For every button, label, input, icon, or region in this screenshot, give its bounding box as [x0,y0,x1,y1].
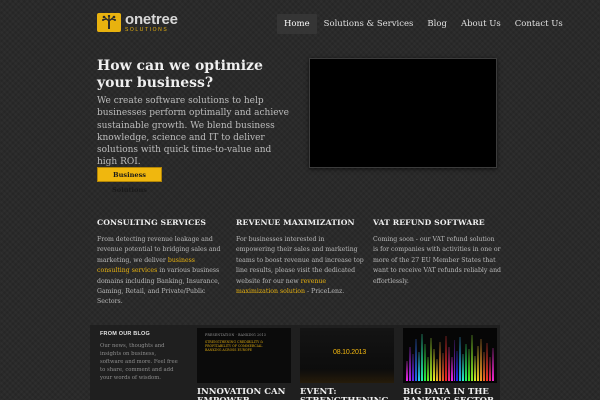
thumb-bar [420,334,423,381]
nav-contact-us[interactable]: Contact Us [508,14,570,34]
thumb-bar [447,346,450,381]
post-title[interactable]: INNOVATION CAN EMPOWER BANKING [197,388,297,400]
post-title[interactable]: EVENT: STRENGTHENING [300,388,400,400]
thumb-bar [456,350,459,381]
thumb-bar [406,361,408,381]
nav-solutions-services[interactable]: Solutions & Services [317,14,421,34]
post-thumbnail[interactable]: 08.10.2013 [300,328,394,383]
service-title: REVENUE MAXIMIZATION [236,218,355,227]
service-text: For businesses interested in empowering … [236,235,364,297]
nav-home[interactable]: Home [277,14,317,34]
thumb-bar [444,335,447,381]
thumb-bar [465,343,468,381]
service-text: From detecting revenue leakage and reven… [97,235,225,308]
blog-heading: FROM OUR BLOG [100,331,150,337]
tree-logo-icon [97,12,121,32]
thumb-bar [429,337,432,381]
data-visualization-graphic [406,332,495,381]
nav-blog[interactable]: Blog [420,14,454,34]
hero-title: How can we optimize your business? [97,58,263,91]
blog-section: FROM OUR BLOG Our news, thoughts and ins… [90,325,500,400]
thumb-bar [453,340,456,381]
service-text: Coming soon - our VAT refund solution is… [373,235,501,287]
main-nav: Home Solutions & Services Blog About Us … [277,14,570,34]
thumb-bar [483,351,486,381]
thumb-bar [417,351,420,381]
hero-text: We create software solutions to help bus… [97,96,289,168]
service-text-part: From detecting revenue leakage and reven… [97,236,221,264]
blog-intro-text: Our news, thoughts and insights on busin… [100,343,178,381]
thumb-bar [474,355,477,381]
thumb-caption: PRESENTATION · BANKING 2013 [205,333,267,337]
service-revenue-maximization: REVENUE MAXIMIZATION For businesses inte… [236,218,364,297]
thumb-text: STRENGTHENING CREDIBILITY & PROFITABILIT… [205,340,264,353]
post-thumbnail[interactable] [403,328,497,383]
service-title: VAT REFUND SOFTWARE [373,218,485,227]
nav-about-us[interactable]: About Us [454,14,508,34]
logo[interactable]: onetree SOLUTIONS [97,11,187,33]
thumb-bar [471,334,474,381]
service-text-part: - PriceLenz. [305,288,345,296]
thumb-bar [486,342,489,381]
logo-tagline: SOLUTIONS [125,26,169,33]
thumb-bar [492,347,495,381]
thumb-glow [300,369,394,383]
thumb-bar [459,336,462,381]
service-text-part: Coming soon - our VAT refund solution is… [373,236,502,285]
post-thumbnail[interactable]: PRESENTATION · BANKING 2013 STRENGTHENIN… [197,328,291,383]
thumb-bar [414,339,417,381]
thumb-bar [480,338,483,381]
thumb-bar [489,356,492,381]
service-vat-refund: VAT REFUND SOFTWARE Coming soon - our VA… [373,218,501,287]
thumb-bar [438,341,441,381]
video-player[interactable] [309,58,497,168]
service-consulting: CONSULTING SERVICES From detecting reven… [97,218,225,308]
business-solutions-button[interactable]: Business Solutions [97,167,162,194]
thumb-bar [423,344,426,381]
thumb-bar [435,358,438,381]
thumb-bar [462,354,465,381]
blog-intro: FROM OUR BLOG Our news, thoughts and ins… [100,331,180,382]
thumb-bar [441,352,444,381]
thumb-bar [411,354,414,381]
logo-name: onetree [125,10,178,28]
thumb-bar [477,345,480,381]
thumb-bar [426,356,429,381]
thumb-bar [450,357,453,381]
thumb-date: 08.10.2013 [333,349,367,356]
service-title: CONSULTING SERVICES [97,218,206,227]
post-title[interactable]: BIG DATA IN THE BANKING SECTOR [403,388,503,400]
thumb-bar [468,348,471,381]
thumb-bar [408,346,411,381]
thumb-bar [432,349,435,381]
